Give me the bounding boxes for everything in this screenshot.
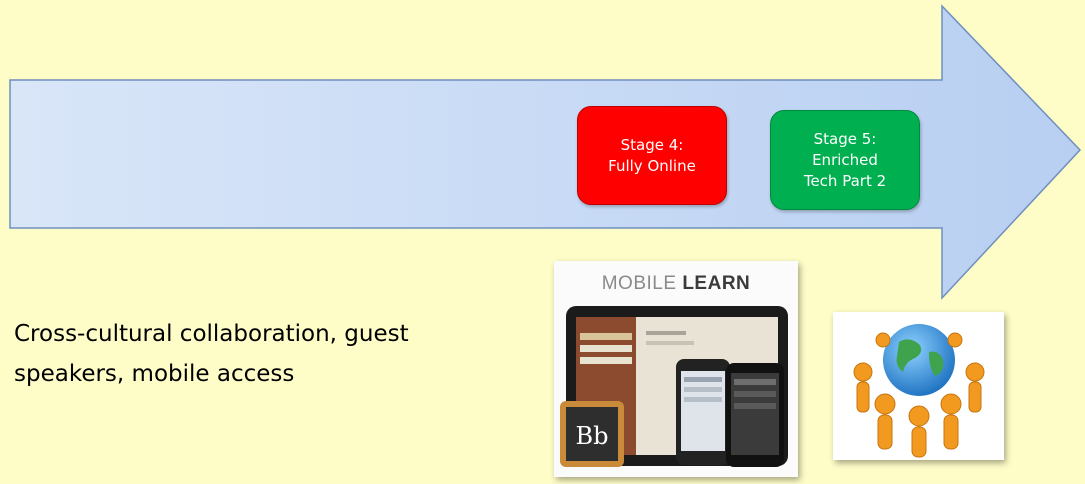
stage-5-line-2: Enriched (812, 150, 878, 169)
stage-5-line-3: Tech Part 2 (803, 171, 887, 190)
stage-5-box: Stage 5: Enriched Tech Part 2 (770, 110, 920, 210)
caption-line-2: speakers, mobile access (14, 361, 295, 387)
caption-line-1: Cross-cultural collaboration, guest (14, 321, 409, 347)
mobile-learn-image: MOBILE LEARN Bb (554, 261, 798, 477)
stage-5-line-1: Stage 5: (813, 129, 877, 148)
bb-logo-text: Bb (576, 422, 609, 450)
stage-4-line-1: Stage 4: (620, 135, 684, 154)
globe-people-illustration (853, 324, 985, 458)
devices-illustration: Bb (560, 306, 788, 467)
global-collaboration-image (833, 312, 1004, 460)
stage-4-line-2: Fully Online (608, 156, 696, 175)
stage-4-box: Stage 4: Fully Online (577, 106, 727, 205)
description-caption: Cross-cultural collaboration, guest spea… (14, 314, 409, 394)
